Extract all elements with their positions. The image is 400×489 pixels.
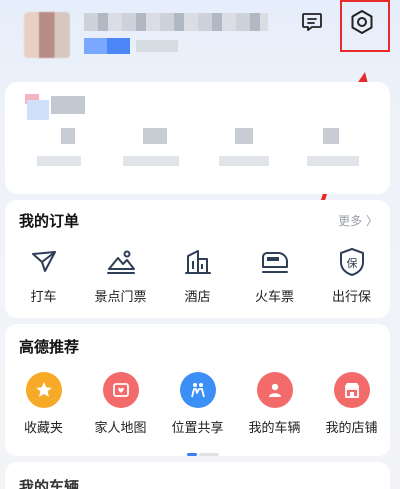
location-share-icon: [179, 372, 216, 408]
hotel-icon: [180, 244, 216, 280]
my-orders-card: 我的订单 更多 〉 打车 景点门票 酒店 火车票 保 出行保: [5, 200, 390, 318]
page-indicator-inactive: [199, 453, 219, 456]
taxi-icon: [26, 244, 62, 280]
recommend-item-location-share[interactable]: 位置共享: [159, 372, 236, 436]
bottom-card-title: 我的车辆: [19, 478, 80, 489]
order-item-scenic-ticket[interactable]: 景点门票: [82, 244, 159, 305]
account-stats-card: [5, 82, 390, 194]
member-badge-pixelated: [84, 38, 130, 54]
username-pixelated: [84, 13, 268, 31]
shop-icon: [333, 372, 370, 408]
recommend-item-label: 收藏夹: [23, 421, 63, 436]
insurance-icon: 保: [334, 244, 370, 280]
recommend-item-label: 位置共享: [171, 421, 224, 436]
recommend-item-label: 家人地图: [94, 421, 147, 436]
page-indicator: [187, 453, 219, 456]
amap-recommend-card: 高德推荐 收藏夹 家人地图 位置共享 我的车辆 我的店铺: [5, 324, 390, 456]
avatar[interactable]: [24, 12, 70, 58]
order-item-label: 火车票: [254, 290, 294, 305]
orders-title: 我的订单: [19, 212, 80, 230]
order-item-train[interactable]: 火车票: [236, 244, 313, 305]
user-subtext-pixelated: [136, 40, 178, 52]
family-map-icon: [102, 372, 139, 408]
recommend-item-label: 我的店铺: [325, 421, 378, 436]
recommend-title: 高德推荐: [19, 338, 80, 356]
svg-text:保: 保: [346, 256, 357, 270]
order-item-insurance[interactable]: 保 出行保: [313, 244, 390, 305]
profile-header: [0, 0, 400, 80]
settings-highlight-box: [340, 0, 390, 52]
scenic-ticket-icon: [103, 244, 139, 280]
message-icon[interactable]: [298, 8, 326, 36]
order-item-hotel[interactable]: 酒店: [159, 244, 236, 305]
recommend-item-label: 我的车辆: [248, 421, 301, 436]
recommend-item-favorites[interactable]: 收藏夹: [5, 372, 82, 436]
order-item-taxi[interactable]: 打车: [5, 244, 82, 305]
order-item-label: 出行保: [331, 290, 371, 305]
orders-more-link[interactable]: 更多 〉: [338, 212, 378, 229]
order-item-label: 打车: [30, 290, 57, 305]
order-item-label: 景点门票: [94, 290, 147, 305]
recommend-item-my-shop[interactable]: 我的店铺: [313, 372, 390, 436]
recommend-item-my-vehicle[interactable]: 我的车辆: [236, 372, 313, 436]
order-item-label: 酒店: [184, 290, 211, 305]
star-icon: [25, 372, 62, 408]
train-icon: [257, 244, 293, 280]
my-vehicle-card: 我的车辆: [5, 462, 390, 489]
car-icon: [256, 372, 293, 408]
recommend-item-family-map[interactable]: 家人地图: [82, 372, 159, 436]
page-indicator-active: [187, 453, 197, 456]
